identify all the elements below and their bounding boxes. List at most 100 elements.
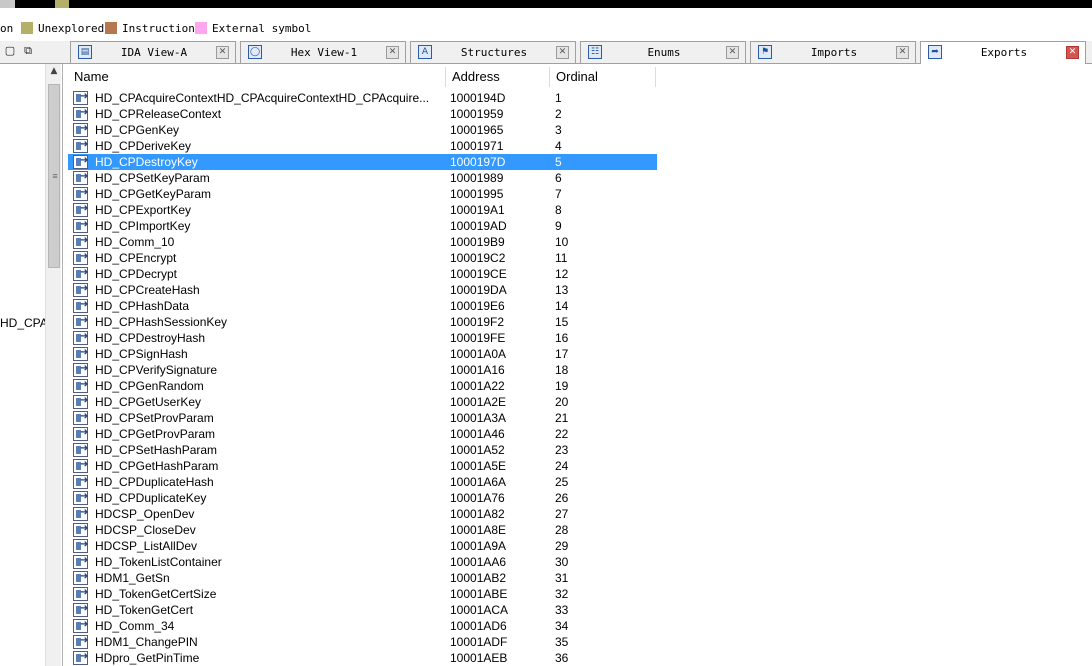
cell-address: 10001AD6 [450,619,507,633]
cell-address: 10001AEB [450,651,508,665]
cell-name: HD_CPDestroyHash [95,331,206,345]
tab-enums[interactable]: ☷ Enums ✕ [580,41,746,63]
cell-address: 1000194D [450,91,506,105]
table-row[interactable]: ➜ HD_CPDuplicateHash 10001A6A 25 [66,474,1092,490]
table-row[interactable]: ➜ HD_Comm_34 10001AD6 34 [66,618,1092,634]
tab-label: Imports [810,46,858,59]
close-icon[interactable]: ✕ [216,46,229,59]
export-entry-icon: ➜ [73,299,88,313]
column-header-address[interactable]: Address [446,67,550,87]
table-row[interactable]: ➜ HD_CPDestroyHash 100019FE 16 [66,330,1092,346]
table-row[interactable]: ➜ HDCSP_OpenDev 10001A82 27 [66,506,1092,522]
cell-address: 10001ABE [450,587,508,601]
table-row[interactable]: ➜ HD_TokenGetCertSize 10001ABE 32 [66,586,1092,602]
cell-address: 100019A1 [450,203,505,217]
tab-exports[interactable]: ➦ Exports ✕ [920,41,1086,64]
table-row[interactable]: ➜ HD_CPGetHashParam 10001A5E 24 [66,458,1092,474]
close-icon[interactable]: ✕ [726,46,739,59]
table-row[interactable]: ➜ HD_CPGetKeyParam 10001995 7 [66,186,1092,202]
cell-ordinal: 28 [555,523,569,537]
table-row[interactable]: ➜ HD_CPVerifySignature 10001A16 18 [66,362,1092,378]
table-row[interactable]: ➜ HD_CPReleaseContext 10001959 2 [66,106,1092,122]
export-entry-icon: ➜ [73,475,88,489]
tab-hex-view-1[interactable]: ◯ Hex View-1 ✕ [240,41,406,63]
cell-address: 10001A52 [450,443,505,457]
tab-ida-view-a[interactable]: ▤ IDA View-A ✕ [70,41,236,63]
table-row[interactable]: ➜ HD_CPSetKeyParam 10001989 6 [66,170,1092,186]
export-entry-icon: ➜ [73,491,88,505]
cell-name: HD_CPHashData [95,299,190,313]
left-pane-label[interactable]: HD_CPA [0,316,48,330]
export-arrow-icon: ➜ [80,523,89,534]
export-entry-icon: ➜ [73,379,88,393]
table-row[interactable]: ➜ HDCSP_ListAllDev 10001A9A 29 [66,538,1092,554]
cell-ordinal: 12 [555,267,569,281]
restore-pane-icon[interactable]: ▢ [4,45,16,57]
table-row[interactable]: ➜ HD_CPDeriveKey 10001971 4 [66,138,1092,154]
export-entry-icon: ➜ [73,203,88,217]
cell-address: 100019AD [450,219,507,233]
export-arrow-icon: ➜ [80,507,89,518]
table-row[interactable]: ➜ HD_CPCreateHash 100019DA 13 [66,282,1092,298]
table-row[interactable]: ➜ HD_CPImportKey 100019AD 9 [66,218,1092,234]
export-arrow-icon: ➜ [80,619,89,630]
float-pane-icon[interactable]: ⧉ [22,45,34,57]
tab-structures[interactable]: A Structures ✕ [410,41,576,63]
table-row[interactable]: ➜ HD_CPDuplicateKey 10001A76 26 [66,490,1092,506]
export-arrow-icon: ➜ [80,395,89,406]
cell-name: HD_CPVerifySignature [95,363,218,377]
hex-view-icon: ◯ [248,45,262,59]
cell-ordinal: 10 [555,235,569,249]
exports-list: Name Address Ordinal ➜ HD_CPAcquireContex… [66,64,1092,666]
table-row[interactable]: ➜ HD_TokenListContainer 10001AA6 30 [66,554,1092,570]
cell-name: HD_Comm_34 [95,619,175,633]
table-row[interactable]: ➜ HD_CPHashSessionKey 100019F2 15 [66,314,1092,330]
table-row[interactable]: ➜ HDM1_GetSn 10001AB2 31 [66,570,1092,586]
table-row[interactable]: ➜ HD_CPEncrypt 100019C2 11 [66,250,1092,266]
export-arrow-icon: ➜ [80,491,89,502]
close-icon[interactable]: ✕ [896,46,909,59]
table-row[interactable]: ➜ HD_CPSetHashParam 10001A52 23 [66,442,1092,458]
export-entry-icon: ➜ [73,555,88,569]
table-row[interactable]: ➜ HD_CPGenRandom 10001A22 19 [66,378,1092,394]
cell-name: HDpro_GetPinTime [95,651,200,665]
export-arrow-icon: ➜ [80,187,89,198]
table-row[interactable]: ➜ HD_CPAcquireContextHD_CPAcquireContextH… [66,90,1092,106]
table-row[interactable]: ➜ HD_CPSignHash 10001A0A 17 [66,346,1092,362]
imports-icon: ⚑ [758,45,772,59]
close-icon[interactable]: ✕ [386,46,399,59]
table-row[interactable]: ➜ HD_CPHashData 100019E6 14 [66,298,1092,314]
cell-ordinal: 21 [555,411,569,425]
close-icon[interactable]: ✕ [556,46,569,59]
table-row[interactable]: ➜ HD_Comm_10 100019B9 10 [66,234,1092,250]
table-row[interactable]: ➜ HD_CPGenKey 10001965 3 [66,122,1092,138]
navigation-band[interactable] [0,0,1092,8]
cell-name: HD_CPHashSessionKey [95,315,228,329]
close-icon[interactable]: ✕ [1066,46,1079,59]
table-row[interactable]: ➜ HD_TokenGetCert 10001ACA 33 [66,602,1092,618]
cell-ordinal: 18 [555,363,569,377]
column-header-ordinal[interactable]: Ordinal [550,67,656,87]
export-arrow-icon: ➜ [80,459,89,470]
table-row[interactable]: ➜ HD_CPExportKey 100019A1 8 [66,202,1092,218]
cell-address: 100019DA [450,283,507,297]
table-row[interactable]: ➜ HD_CPGetUserKey 10001A2E 20 [66,394,1092,410]
table-row[interactable]: ➜ HD_CPDestroyKey 1000197D 5 [66,154,1092,170]
export-entry-icon: ➜ [73,251,88,265]
cell-name: HDCSP_CloseDev [95,523,196,537]
table-row[interactable]: ➜ HDpro_GetPinTime 10001AEB 36 [66,650,1092,666]
scrollbar-thumb[interactable]: ≡ [48,84,60,268]
cell-name: HD_TokenGetCert [95,603,194,617]
cell-ordinal: 1 [555,91,562,105]
cell-address: 100019B9 [450,235,505,249]
vertical-scrollbar[interactable]: ▲ ≡ [45,64,61,666]
table-row[interactable]: ➜ HDCSP_CloseDev 10001A8E 28 [66,522,1092,538]
tab-imports[interactable]: ⚑ Imports ✕ [750,41,916,63]
table-row[interactable]: ➜ HD_CPSetProvParam 10001A3A 21 [66,410,1092,426]
table-row[interactable]: ➜ HDM1_ChangePIN 10001ADF 35 [66,634,1092,650]
table-row[interactable]: ➜ HD_CPGetProvParam 10001A46 22 [66,426,1092,442]
export-entry-icon: ➜ [73,603,88,617]
column-header-name[interactable]: Name [68,67,446,87]
scroll-up-icon[interactable]: ▲ [46,66,62,80]
table-row[interactable]: ➜ HD_CPDecrypt 100019CE 12 [66,266,1092,282]
